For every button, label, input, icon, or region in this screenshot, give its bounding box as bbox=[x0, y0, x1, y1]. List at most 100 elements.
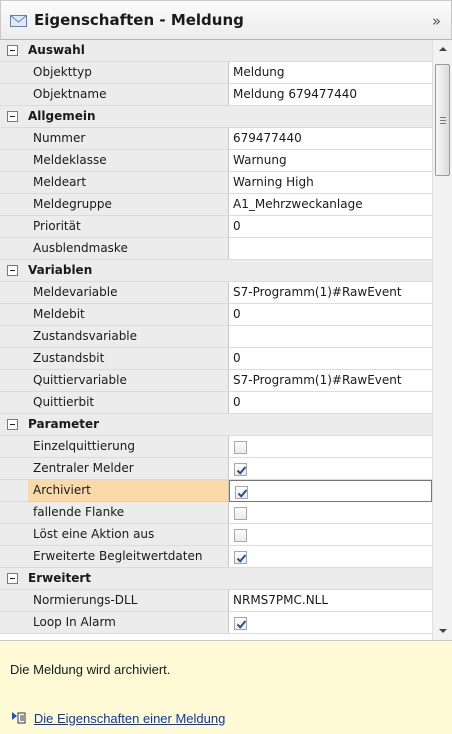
collapse-toggle-icon[interactable] bbox=[7, 419, 18, 430]
property-value[interactable] bbox=[229, 238, 432, 260]
property-value[interactable]: 0 bbox=[229, 304, 432, 326]
help-topic-arrow-icon bbox=[12, 711, 26, 728]
property-row-meldeklasse[interactable]: Meldeklasse Warnung bbox=[0, 150, 432, 172]
property-name: Nummer bbox=[28, 128, 229, 150]
checkbox-archiviert[interactable] bbox=[235, 486, 248, 499]
property-name: Archiviert bbox=[28, 480, 229, 502]
scroll-down-arrow-icon[interactable] bbox=[433, 622, 452, 640]
property-value[interactable]: 0 bbox=[229, 348, 432, 370]
property-value[interactable]: S7-Programm(1)#RawEvent bbox=[229, 370, 432, 392]
property-row-zentraler-melder[interactable]: Zentraler Melder bbox=[0, 458, 432, 480]
property-row-objektname[interactable]: Objektname Meldung 679477440 bbox=[0, 84, 432, 106]
vertical-scrollbar[interactable] bbox=[432, 40, 452, 640]
property-row-meldeart[interactable]: Meldeart Warning High bbox=[0, 172, 432, 194]
property-name: Einzelquittierung bbox=[28, 436, 229, 458]
property-name: Normierungs-DLL bbox=[28, 590, 229, 612]
property-value[interactable] bbox=[229, 612, 432, 634]
property-row-zustandsbit[interactable]: Zustandsbit 0 bbox=[0, 348, 432, 370]
property-row-zustandsvariable[interactable]: Zustandsvariable bbox=[0, 326, 432, 348]
grip-icon bbox=[440, 117, 446, 124]
property-row-archiviert[interactable]: Archiviert bbox=[0, 480, 432, 502]
property-name: Zentraler Melder bbox=[28, 458, 229, 480]
property-value[interactable] bbox=[229, 480, 432, 502]
collapse-toggle-icon[interactable] bbox=[7, 45, 18, 56]
property-row-loest-eine-aktion-aus[interactable]: Löst eine Aktion aus bbox=[0, 524, 432, 546]
checkbox-loop-in-alarm[interactable] bbox=[234, 617, 247, 630]
category-variablen[interactable]: Variablen bbox=[0, 260, 432, 282]
property-name: Löst eine Aktion aus bbox=[28, 524, 229, 546]
category-label: Variablen bbox=[28, 263, 93, 277]
scroll-thumb[interactable] bbox=[435, 64, 450, 176]
collapse-toggle-icon[interactable] bbox=[7, 111, 18, 122]
property-value[interactable]: Warning High bbox=[229, 172, 432, 194]
property-value[interactable]: 0 bbox=[229, 216, 432, 238]
property-value[interactable]: 0 bbox=[229, 392, 432, 414]
scroll-up-arrow-icon[interactable] bbox=[433, 40, 452, 58]
property-name: Meldebit bbox=[28, 304, 229, 326]
property-value[interactable] bbox=[229, 524, 432, 546]
property-value[interactable]: NRMS7PMC.NLL bbox=[229, 590, 432, 612]
property-value[interactable]: A1_Mehrzweckanlage bbox=[229, 194, 432, 216]
panel-title: Eigenschaften - Meldung bbox=[34, 11, 244, 29]
property-row-meldegruppe[interactable]: Meldegruppe A1_Mehrzweckanlage bbox=[0, 194, 432, 216]
mail-envelope-icon bbox=[10, 15, 27, 27]
property-value[interactable]: Meldung bbox=[229, 62, 432, 84]
property-value[interactable] bbox=[229, 326, 432, 348]
property-row-quittiervariable[interactable]: Quittiervariable S7-Programm(1)#RawEvent bbox=[0, 370, 432, 392]
category-parameter[interactable]: Parameter bbox=[0, 414, 432, 436]
category-label: Erweitert bbox=[28, 571, 91, 585]
property-row-meldebit[interactable]: Meldebit 0 bbox=[0, 304, 432, 326]
property-value[interactable]: 679477440 bbox=[229, 128, 432, 150]
category-auswahl[interactable]: Auswahl bbox=[0, 40, 432, 62]
property-row-ausblendmaske[interactable]: Ausblendmaske bbox=[0, 238, 432, 260]
category-label: Allgemein bbox=[28, 109, 96, 123]
property-name: Meldevariable bbox=[28, 282, 229, 304]
property-name: Ausblendmaske bbox=[28, 238, 229, 260]
property-value[interactable] bbox=[229, 502, 432, 524]
double-chevron-right-icon[interactable]: » bbox=[432, 12, 441, 30]
property-value[interactable]: Meldung 679477440 bbox=[229, 84, 432, 106]
property-row-erweiterte-begleitwertdaten[interactable]: Erweiterte Begleitwertdaten bbox=[0, 546, 432, 568]
checkbox-fallende-flanke[interactable] bbox=[234, 507, 247, 520]
property-name: Objekttyp bbox=[28, 62, 229, 84]
property-name: Priorität bbox=[28, 216, 229, 238]
panel-header: Eigenschaften - Meldung » bbox=[0, 0, 452, 40]
category-allgemein[interactable]: Allgemein bbox=[0, 106, 432, 128]
description-pane: Die Meldung wird archiviert. Die Eigensc… bbox=[0, 640, 452, 734]
collapse-toggle-icon[interactable] bbox=[7, 265, 18, 276]
checkbox-loest-eine-aktion-aus[interactable] bbox=[234, 529, 247, 542]
category-label: Parameter bbox=[28, 417, 100, 431]
property-row-quittierbit[interactable]: Quittierbit 0 bbox=[0, 392, 432, 414]
collapse-toggle-icon[interactable] bbox=[7, 573, 18, 584]
category-erweitert[interactable]: Erweitert bbox=[0, 568, 432, 590]
property-row-objekttyp[interactable]: Objekttyp Meldung bbox=[0, 62, 432, 84]
property-row-einzelquittierung[interactable]: Einzelquittierung bbox=[0, 436, 432, 458]
property-row-meldevariable[interactable]: Meldevariable S7-Programm(1)#RawEvent bbox=[0, 282, 432, 304]
property-name: Meldegruppe bbox=[28, 194, 229, 216]
property-name: Loop In Alarm bbox=[28, 612, 229, 634]
property-name: Erweiterte Begleitwertdaten bbox=[28, 546, 229, 568]
property-name: Quittierbit bbox=[28, 392, 229, 414]
description-text: Die Meldung wird archiviert. bbox=[10, 662, 171, 677]
property-name: Meldeart bbox=[28, 172, 229, 194]
property-row-prioritaet[interactable]: Priorität 0 bbox=[0, 216, 432, 238]
property-value[interactable]: Warnung bbox=[229, 150, 432, 172]
category-label: Auswahl bbox=[28, 43, 85, 57]
property-row-fallende-flanke[interactable]: fallende Flanke bbox=[0, 502, 432, 524]
property-name: Meldeklasse bbox=[28, 150, 229, 172]
property-name: Quittiervariable bbox=[28, 370, 229, 392]
checkbox-einzelquittierung[interactable] bbox=[234, 441, 247, 454]
checkbox-zentraler-melder[interactable] bbox=[234, 463, 247, 476]
property-value[interactable] bbox=[229, 546, 432, 568]
property-name: fallende Flanke bbox=[28, 502, 229, 524]
property-grid: Auswahl Objekttyp Meldung Objektname Mel… bbox=[0, 40, 452, 640]
property-value[interactable] bbox=[229, 458, 432, 480]
property-row-nummer[interactable]: Nummer 679477440 bbox=[0, 128, 432, 150]
help-link-text[interactable]: Die Eigenschaften einer Meldung bbox=[34, 711, 226, 727]
checkbox-erweiterte-begleitwertdaten[interactable] bbox=[234, 551, 247, 564]
property-value[interactable]: S7-Programm(1)#RawEvent bbox=[229, 282, 432, 304]
property-row-normierungs-dll[interactable]: Normierungs-DLL NRMS7PMC.NLL bbox=[0, 590, 432, 612]
help-topic-link[interactable]: Die Eigenschaften einer Meldung bbox=[12, 711, 225, 727]
property-row-loop-in-alarm[interactable]: Loop In Alarm bbox=[0, 612, 432, 634]
property-value[interactable] bbox=[229, 436, 432, 458]
